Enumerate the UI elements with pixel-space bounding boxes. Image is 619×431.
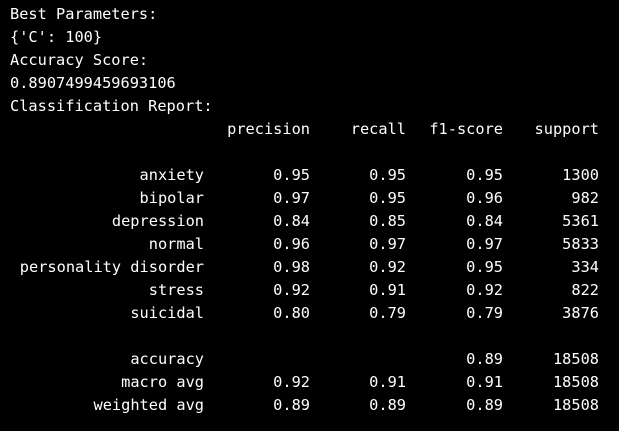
support-value: 982 — [571, 189, 599, 207]
precision-value: 0.80 — [273, 304, 310, 322]
recall-value: 0.97 — [369, 235, 406, 253]
recall-value: 0.95 — [369, 166, 406, 184]
f1-score-value: 0.97 — [466, 235, 503, 253]
recall-value: 0.92 — [369, 258, 406, 276]
recall-value: 0.89 — [369, 396, 406, 414]
precision-value: 0.98 — [273, 258, 310, 276]
precision-value: 0.95 — [273, 166, 310, 184]
recall-header: recall — [350, 120, 406, 138]
accuracy-score-value: 0.8907499459693106 — [10, 74, 176, 92]
support-header: support — [534, 120, 599, 138]
best-parameters-value: {'C': 100} — [10, 28, 103, 46]
f1-score-value: 0.95 — [466, 258, 503, 276]
support-value: 5361 — [562, 212, 599, 230]
support-value: 1300 — [562, 166, 599, 184]
classification-report-title: Classification Report: — [10, 97, 213, 115]
support-value: 822 — [571, 281, 599, 299]
class-label: stress — [148, 281, 204, 299]
f1-score-value: 0.84 — [466, 212, 503, 230]
recall-value: 0.79 — [369, 304, 406, 322]
precision-value: 0.92 — [273, 281, 310, 299]
precision-value: 0.89 — [273, 396, 310, 414]
summary-label: weighted avg — [93, 396, 204, 414]
support-value: 334 — [571, 258, 599, 276]
precision-value: 0.92 — [273, 373, 310, 391]
f1-score-value: 0.95 — [466, 166, 503, 184]
recall-value: 0.91 — [369, 373, 406, 391]
recall-value: 0.85 — [369, 212, 406, 230]
support-value: 3876 — [562, 304, 599, 322]
precision-value — [212, 348, 310, 371]
summary-label: macro avg — [121, 373, 204, 391]
terminal-output: { "output": { "best_params_title": "Best… — [0, 0, 619, 431]
best-parameters-title: Best Parameters: — [10, 5, 158, 23]
accuracy-score-title: Accuracy Score: — [10, 51, 149, 69]
support-value: 5833 — [562, 235, 599, 253]
recall-value: 0.95 — [369, 189, 406, 207]
class-label: bipolar — [139, 189, 204, 207]
class-label: anxiety — [139, 166, 204, 184]
support-value: 18508 — [552, 350, 599, 368]
f1-score-header: f1-score — [429, 120, 503, 138]
precision-value: 0.84 — [273, 212, 310, 230]
f1-score-value: 0.79 — [466, 304, 503, 322]
precision-header: precision — [227, 120, 310, 138]
summary-label: accuracy — [130, 350, 204, 368]
f1-score-value: 0.91 — [466, 373, 503, 391]
class-label: depression — [111, 212, 204, 230]
recall-value — [310, 348, 406, 371]
f1-score-value: 0.96 — [466, 189, 503, 207]
class-label: suicidal — [130, 304, 204, 322]
class-label: personality disorder — [19, 258, 204, 276]
precision-value: 0.97 — [273, 189, 310, 207]
recall-value: 0.91 — [369, 281, 406, 299]
class-label: normal — [148, 235, 204, 253]
precision-value: 0.96 — [273, 235, 310, 253]
f1-score-value: 0.89 — [466, 350, 503, 368]
f1-score-value: 0.92 — [466, 281, 503, 299]
f1-score-value: 0.89 — [466, 396, 503, 414]
support-value: 18508 — [552, 373, 599, 391]
support-value: 18508 — [552, 396, 599, 414]
